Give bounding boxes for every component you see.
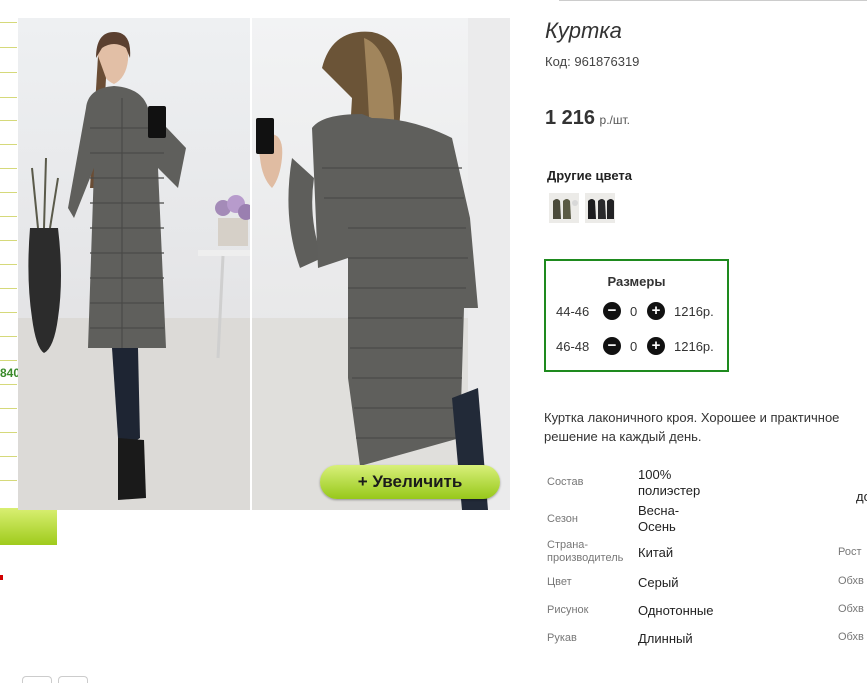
product-code-value: 961876319 <box>574 54 640 69</box>
size-row: 44-46 − 0 + 1216р. <box>546 302 727 322</box>
other-colors-heading: Другие цвета <box>547 168 632 183</box>
property-value: Китай <box>638 545 674 560</box>
property-value: Длинный <box>638 631 693 646</box>
right-column-fragment: Обхв <box>838 575 864 587</box>
sidebar-red-mark <box>0 575 3 580</box>
size-label: 44-46 <box>556 304 590 319</box>
price-unit: р./шт. <box>599 113 630 127</box>
quantity-value: 0 <box>630 304 638 319</box>
property-label: Сезон <box>547 513 578 525</box>
decrease-quantity-button[interactable]: − <box>603 337 621 355</box>
sizes-panel: Размеры 44-46 − 0 + 1216р. 46-48 − 0 + 1… <box>544 259 729 372</box>
quantity-value: 0 <box>630 339 638 354</box>
right-column-fragment: до <box>856 489 867 504</box>
property-label: Состав <box>547 476 584 488</box>
top-divider <box>559 0 867 1</box>
property-value: 100% полиэстер <box>638 467 701 498</box>
property-label: Страна-производитель <box>547 539 624 564</box>
product-description: Куртка лаконичного кроя. Хорошее и практ… <box>544 410 840 444</box>
product-code: Код: 961876319 <box>545 54 639 69</box>
size-row: 46-48 − 0 + 1216р. <box>546 337 727 357</box>
sidebar-button-fragment[interactable] <box>0 508 57 545</box>
right-column-fragment: Обхв <box>838 603 864 615</box>
property-value: Весна-Осень <box>638 503 680 534</box>
property-value: Однотонные <box>638 603 714 618</box>
bottom-tab-2[interactable] <box>58 676 88 683</box>
property-label: Рукав <box>547 632 577 644</box>
decrease-quantity-button[interactable]: − <box>603 302 621 320</box>
sidebar-fragment <box>0 0 17 500</box>
product-photo-front[interactable] <box>18 18 250 510</box>
size-label: 46-48 <box>556 339 590 354</box>
increase-quantity-button[interactable]: + <box>647 337 665 355</box>
property-value: Серый <box>638 575 679 590</box>
increase-quantity-button[interactable]: + <box>647 302 665 320</box>
color-swatch-1[interactable] <box>549 193 579 223</box>
property-label: Цвет <box>547 576 572 588</box>
size-price: 1216р. <box>674 304 714 319</box>
color-swatch-2[interactable] <box>585 193 615 223</box>
product-code-label: Код: <box>545 54 571 69</box>
bottom-tab-1[interactable] <box>22 676 52 683</box>
sizes-title: Размеры <box>607 274 666 289</box>
right-column-fragment: Рост <box>838 546 862 558</box>
product-title: Куртка <box>545 18 622 43</box>
zoom-button[interactable]: + Увеличить <box>320 465 500 499</box>
size-price: 1216р. <box>674 339 714 354</box>
product-price: 1 216 р./шт. <box>545 107 630 130</box>
product-photo-back[interactable] <box>252 18 510 510</box>
right-column-fragment: Обхв <box>838 631 864 643</box>
property-label: Рисунок <box>547 604 589 616</box>
price-value: 1 216 <box>545 107 596 129</box>
